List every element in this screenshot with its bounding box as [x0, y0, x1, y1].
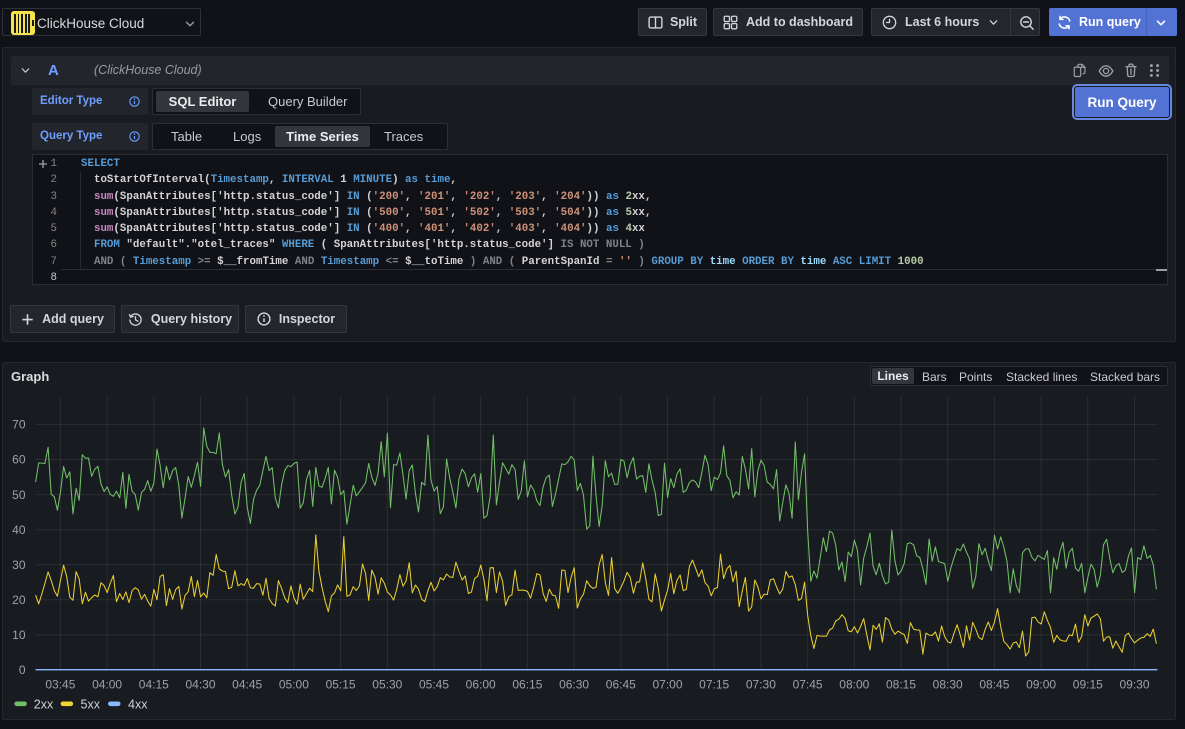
- svg-text:09:15: 09:15: [1073, 677, 1103, 691]
- svg-text:04:30: 04:30: [185, 677, 215, 691]
- svg-text:07:45: 07:45: [793, 677, 823, 691]
- svg-text:5xx: 5xx: [81, 697, 101, 711]
- svg-text:04:15: 04:15: [139, 677, 169, 691]
- svg-text:06:30: 06:30: [559, 677, 589, 691]
- svg-text:08:00: 08:00: [839, 677, 869, 691]
- svg-text:40: 40: [12, 523, 26, 537]
- svg-text:30: 30: [12, 558, 26, 572]
- svg-text:08:30: 08:30: [933, 677, 963, 691]
- svg-text:60: 60: [12, 453, 26, 467]
- svg-text:05:15: 05:15: [326, 677, 356, 691]
- svg-text:08:15: 08:15: [886, 677, 916, 691]
- svg-text:06:15: 06:15: [512, 677, 542, 691]
- svg-text:05:30: 05:30: [372, 677, 402, 691]
- svg-text:50: 50: [12, 488, 26, 502]
- svg-text:06:45: 06:45: [606, 677, 636, 691]
- svg-text:07:15: 07:15: [699, 677, 729, 691]
- svg-text:09:30: 09:30: [1119, 677, 1149, 691]
- svg-text:03:45: 03:45: [45, 677, 75, 691]
- svg-text:07:00: 07:00: [652, 677, 682, 691]
- svg-text:09:00: 09:00: [1026, 677, 1056, 691]
- svg-text:0: 0: [19, 663, 26, 677]
- svg-text:06:00: 06:00: [466, 677, 496, 691]
- svg-text:4xx: 4xx: [128, 697, 148, 711]
- svg-text:04:45: 04:45: [232, 677, 262, 691]
- svg-text:07:30: 07:30: [746, 677, 776, 691]
- svg-text:05:45: 05:45: [419, 677, 449, 691]
- svg-text:2xx: 2xx: [34, 697, 54, 711]
- svg-text:10: 10: [12, 628, 26, 642]
- svg-text:20: 20: [12, 593, 26, 607]
- svg-text:04:00: 04:00: [92, 677, 122, 691]
- svg-text:05:00: 05:00: [279, 677, 309, 691]
- svg-text:08:45: 08:45: [979, 677, 1009, 691]
- svg-text:70: 70: [12, 418, 26, 432]
